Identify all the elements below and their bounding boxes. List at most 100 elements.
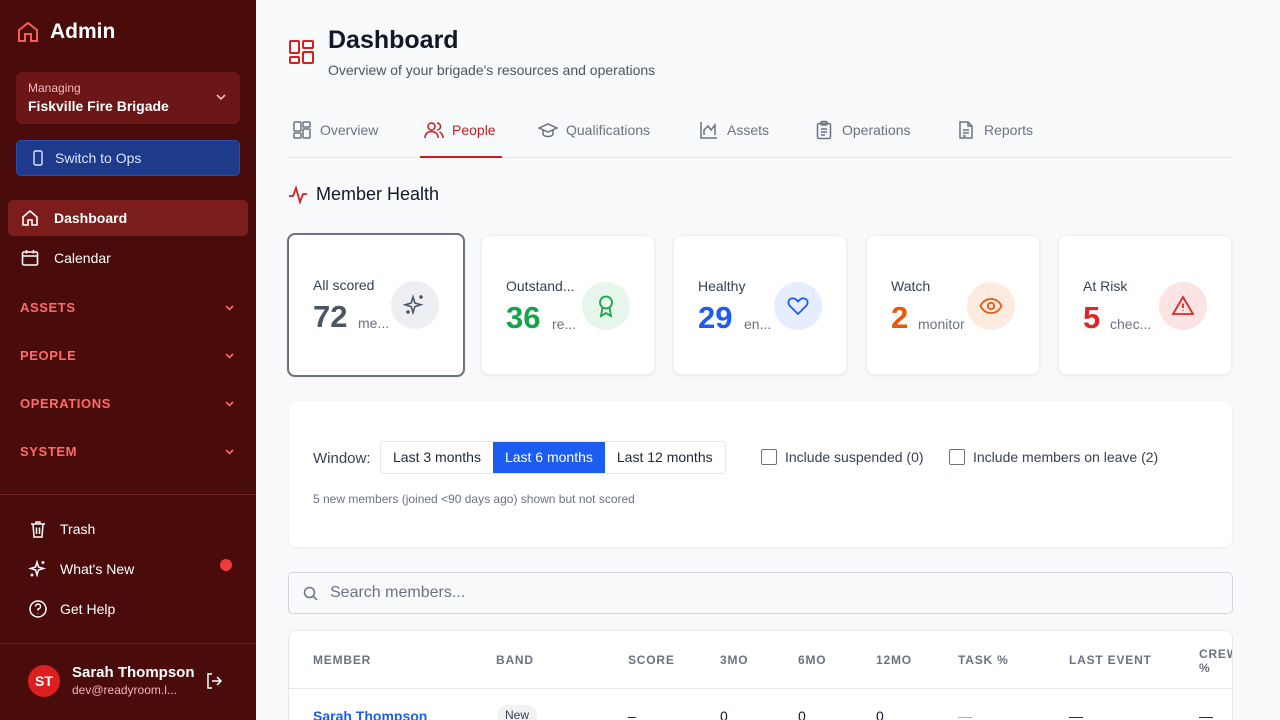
checkbox-box[interactable]: [949, 449, 965, 465]
column-header-last-event[interactable]: LAST EVENT: [1069, 653, 1152, 667]
sidebar-divider: [0, 494, 256, 495]
section-people[interactable]: PEOPLE: [20, 348, 236, 363]
chart-icon: [700, 122, 717, 139]
chevron-down-icon: [225, 353, 234, 359]
phone-icon: [33, 150, 43, 166]
sidebar-item-label: Get Help: [60, 601, 116, 617]
column-header-task[interactable]: TASK %: [958, 653, 1009, 667]
card-unit: monitor: [918, 316, 965, 332]
band-badge: New: [497, 705, 538, 720]
user-name: Sarah Thompson: [72, 664, 195, 681]
switch-to-ops-button[interactable]: Switch to Ops: [16, 140, 240, 176]
managing-label: Managing: [28, 81, 81, 95]
sidebar-item-whats-new[interactable]: What's New: [28, 559, 134, 579]
include-suspended-checkbox[interactable]: Include suspended (0): [761, 449, 924, 465]
activity-icon: [289, 184, 307, 205]
dashboard-icon: [289, 40, 314, 64]
page-title: Dashboard: [328, 26, 459, 54]
window-option-6-months[interactable]: Last 6 months: [492, 442, 605, 473]
card-watch[interactable]: Watch 2 monitor: [866, 235, 1040, 375]
card-unit: me...: [358, 315, 390, 331]
card-outstanding[interactable]: Outstand... 36 re...: [481, 235, 655, 375]
card-label: Healthy: [698, 278, 746, 294]
card-unit: chec...: [1110, 316, 1152, 332]
card-all-scored[interactable]: All scored 72 me...: [287, 233, 465, 377]
card-unit: en...: [744, 316, 772, 332]
window-segmented-control: Last 3 months Last 6 months Last 12 mont…: [380, 441, 726, 474]
sidebar-item-dashboard[interactable]: Dashboard: [8, 200, 248, 236]
column-header-member[interactable]: MEMBER: [313, 653, 371, 667]
new-members-note: 5 new members (joined <90 days ago) show…: [313, 492, 635, 506]
sparkles-icon: [403, 294, 424, 316]
trash-icon: [31, 521, 45, 538]
card-icon-badge: [774, 282, 822, 330]
section-label: PEOPLE: [20, 348, 77, 363]
card-label: At Risk: [1083, 278, 1128, 294]
card-label: Outstand...: [506, 278, 575, 294]
chevron-down-icon: [225, 305, 234, 311]
include-on-leave-checkbox[interactable]: Include members on leave (2): [949, 449, 1158, 465]
sidebar-item-label: Calendar: [54, 250, 111, 266]
brigade-selector[interactable]: Managing Fiskville Fire Brigade: [16, 72, 240, 124]
user-email: dev@readyroom.l...: [72, 683, 177, 697]
column-header-3mo[interactable]: 3MO: [720, 653, 748, 667]
column-header-crew-percent: %: [1199, 661, 1211, 675]
tab-reports[interactable]: Reports: [956, 120, 1033, 140]
column-header-crew[interactable]: CREW: [1199, 647, 1232, 661]
member-name-link[interactable]: Sarah Thompson: [313, 708, 427, 720]
switch-to-ops-label: Switch to Ops: [55, 150, 142, 166]
logout-icon[interactable]: [204, 671, 224, 691]
graduation-cap-icon: [538, 123, 558, 138]
tab-assets[interactable]: Assets: [699, 120, 769, 140]
column-header-band[interactable]: BAND: [496, 653, 534, 667]
sidebar-item-label: Dashboard: [54, 210, 128, 226]
window-label: Window:: [313, 450, 371, 467]
section-operations[interactable]: OPERATIONS: [20, 396, 236, 411]
brand-title: Admin: [50, 20, 116, 43]
tab-people[interactable]: People: [424, 120, 496, 140]
card-value: 29: [698, 300, 733, 335]
column-header-12mo[interactable]: 12MO: [876, 653, 912, 667]
tab-label: People: [452, 122, 496, 138]
window-option-12-months[interactable]: Last 12 months: [604, 442, 725, 473]
page-subtitle: Overview of your brigade's resources and…: [328, 62, 656, 78]
card-icon-badge: [391, 281, 439, 329]
clipboard-icon: [816, 120, 832, 140]
search-input[interactable]: [330, 584, 1190, 602]
section-system[interactable]: SYSTEM: [20, 444, 236, 459]
sidebar-item-get-help[interactable]: Get Help: [28, 599, 115, 619]
sidebar-item-label: What's New: [60, 561, 135, 577]
last-event-cell: —: [1069, 708, 1083, 720]
brand[interactable]: Admin: [16, 20, 115, 44]
card-value: 72: [313, 299, 348, 334]
card-icon-badge: [582, 282, 630, 330]
chevron-down-icon: [216, 94, 226, 101]
filter-panel: Window: Last 3 months Last 6 months Last…: [289, 401, 1232, 547]
card-value: 36: [506, 300, 541, 335]
grid-icon: [293, 121, 311, 139]
member-search[interactable]: [288, 572, 1233, 614]
section-label: ASSETS: [20, 300, 76, 315]
sidebar-item-calendar[interactable]: Calendar: [8, 240, 248, 276]
tab-overview[interactable]: Overview: [292, 120, 378, 140]
score-cell: –: [628, 708, 636, 720]
card-at-risk[interactable]: At Risk 5 chec...: [1058, 235, 1232, 375]
calendar-icon: [21, 250, 39, 266]
card-healthy[interactable]: Healthy 29 en...: [673, 235, 847, 375]
sidebar-item-trash[interactable]: Trash: [28, 519, 95, 539]
user-profile[interactable]: ST Sarah Thompson dev@readyroom.l...: [28, 664, 195, 697]
checkbox-label: Include members on leave (2): [973, 449, 1159, 465]
alert-triangle-icon: [1171, 295, 1195, 315]
3mo-cell: 0: [720, 708, 728, 720]
column-header-score[interactable]: SCORE: [628, 653, 675, 667]
card-label: Watch: [891, 278, 931, 294]
search-icon: [303, 586, 318, 601]
window-option-3-months[interactable]: Last 3 months: [381, 442, 493, 473]
checkbox-box[interactable]: [761, 449, 777, 465]
members-table: MEMBER BAND SCORE 3MO 6MO 12MO TASK % LA…: [288, 630, 1233, 720]
tab-operations[interactable]: Operations: [814, 120, 910, 140]
column-header-6mo[interactable]: 6MO: [798, 653, 826, 667]
tab-qualifications[interactable]: Qualifications: [538, 120, 650, 140]
users-icon: [424, 122, 444, 139]
section-assets[interactable]: ASSETS: [20, 300, 236, 315]
